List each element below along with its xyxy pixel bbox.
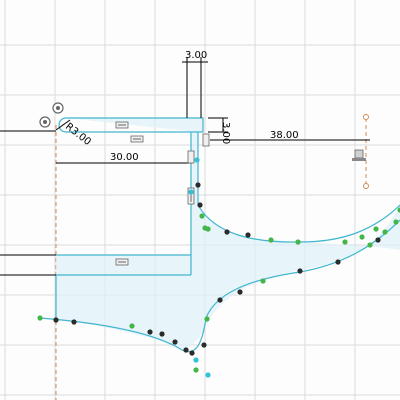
- sketch-point[interactable]: [197, 202, 203, 208]
- sketch-point[interactable]: [224, 229, 230, 235]
- sketch-point[interactable]: [237, 289, 243, 295]
- sketch-point[interactable]: [204, 316, 210, 322]
- sketch-point[interactable]: [260, 278, 266, 284]
- sketch-canvas[interactable]: 3.00 R3.00 30.00 38.00 3.00: [0, 0, 400, 400]
- sketch-point[interactable]: [393, 219, 399, 225]
- sketch-point[interactable]: [217, 297, 223, 303]
- sketch-point[interactable]: [195, 182, 201, 188]
- sketch-point[interactable]: [268, 237, 274, 243]
- sketch-point[interactable]: [71, 319, 77, 325]
- sketch-point[interactable]: [129, 323, 135, 329]
- sketch-point[interactable]: [335, 259, 341, 265]
- sketch-point[interactable]: [159, 331, 165, 337]
- sketch-point[interactable]: [194, 157, 200, 163]
- sketch-point[interactable]: [37, 315, 43, 321]
- sketch-point[interactable]: [382, 229, 388, 235]
- sketch-points: [37, 157, 400, 378]
- sketch-point[interactable]: [205, 372, 211, 378]
- sketch-point[interactable]: [373, 226, 379, 232]
- sketch-point[interactable]: [342, 239, 348, 245]
- sketch-point[interactable]: [359, 234, 365, 240]
- sketch-point[interactable]: [188, 189, 194, 195]
- sketch-point[interactable]: [53, 317, 59, 323]
- sketch-point[interactable]: [367, 242, 373, 248]
- sketch-point[interactable]: [189, 350, 195, 356]
- sketch-point[interactable]: [201, 342, 207, 348]
- sketch-point[interactable]: [147, 329, 153, 335]
- sketch-point[interactable]: [202, 225, 208, 231]
- sketch-point[interactable]: [245, 232, 251, 238]
- sketch-point[interactable]: [183, 347, 189, 353]
- sketch-point[interactable]: [199, 213, 205, 219]
- sketch-point[interactable]: [297, 268, 303, 274]
- sketch-point[interactable]: [193, 357, 199, 363]
- sketch-point[interactable]: [375, 237, 381, 243]
- sketch-point[interactable]: [172, 339, 178, 345]
- sketch-point[interactable]: [295, 239, 301, 245]
- sketch-point[interactable]: [193, 367, 199, 373]
